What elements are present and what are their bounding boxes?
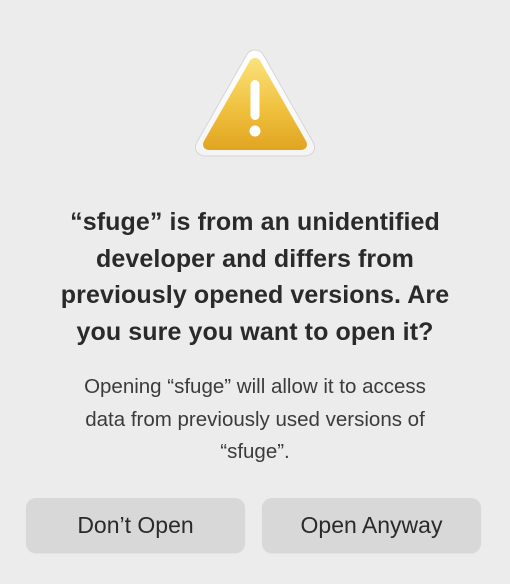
open-anyway-label: Open Anyway xyxy=(300,512,443,538)
dialog-title: “sfuge” is from an unidentified develope… xyxy=(30,204,480,350)
title-line: previously opened versions. Are xyxy=(60,281,450,309)
dont-open-label: Don’t Open xyxy=(77,512,194,538)
security-alert-dialog: “sfuge” is from an unidentified develope… xyxy=(0,0,510,584)
open-anyway-button[interactable]: Open Anyway xyxy=(262,498,481,553)
title-line: you sure you want to open it? xyxy=(76,317,434,346)
message-line: “sfuge”. xyxy=(220,440,290,463)
title-line: developer and differs from xyxy=(96,244,414,273)
title-line: “sfuge” is from an unidentified xyxy=(70,208,440,236)
dialog-message: Opening “sfuge” will allow it to access … xyxy=(40,371,470,469)
message-line: data from previously used versions of xyxy=(85,407,425,431)
warning-triangle-icon xyxy=(194,49,316,157)
message-line: Opening “sfuge” will allow it to access xyxy=(84,375,426,398)
dont-open-button[interactable]: Don’t Open xyxy=(26,498,245,553)
